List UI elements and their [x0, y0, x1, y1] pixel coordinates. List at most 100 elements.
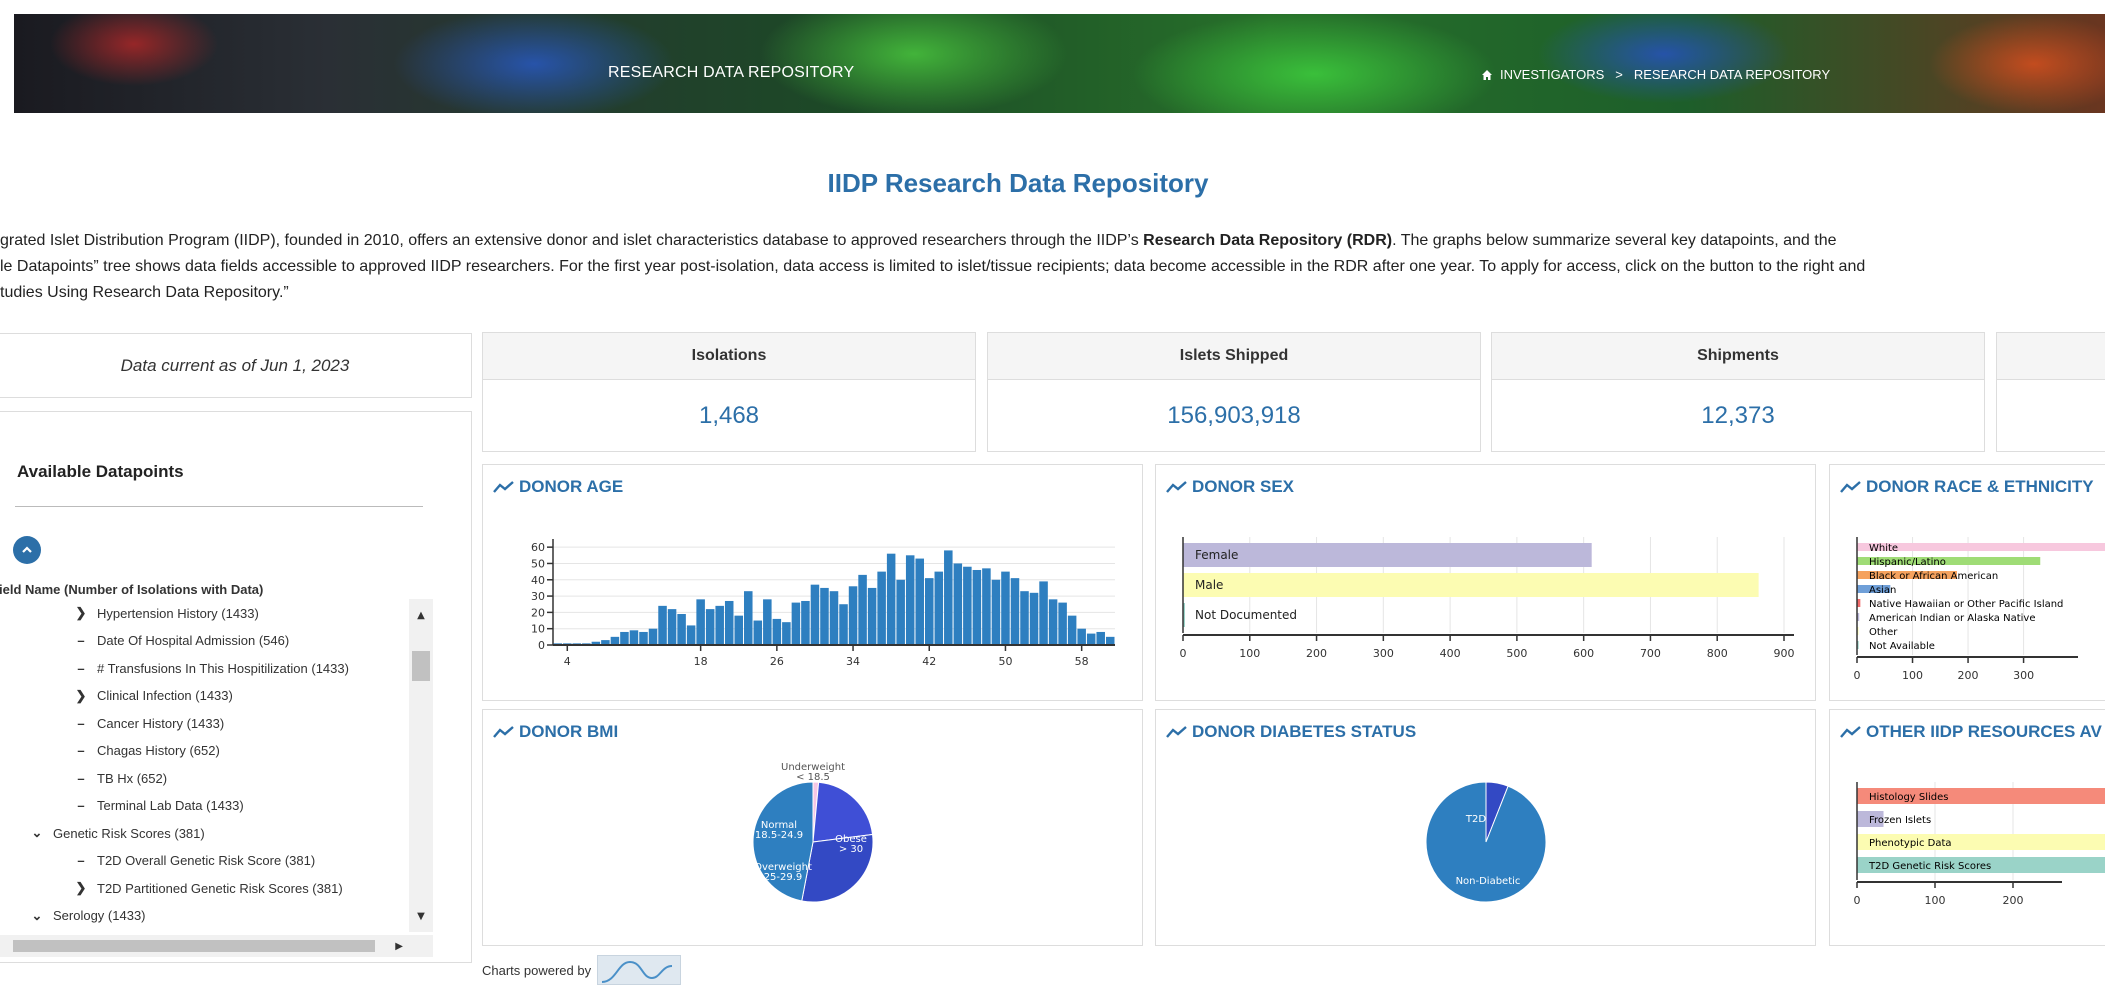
- bar: [1183, 543, 1592, 567]
- leaf-dash-icon[interactable]: –: [73, 853, 89, 868]
- age-bar: [924, 578, 934, 645]
- bar-label: White: [1869, 543, 1898, 554]
- tree-item[interactable]: – Date Of Hospital Admission (546): [73, 627, 289, 655]
- tree-item[interactable]: – Terminal Lab Data (1433): [73, 792, 243, 820]
- chevron-down-icon[interactable]: ⌄: [29, 908, 45, 924]
- age-bar: [944, 550, 953, 645]
- stat-card-isolations: Isolations 1,468: [482, 332, 976, 452]
- leaf-dash-icon[interactable]: –: [73, 633, 89, 648]
- panel-donor-sex: DONOR SEX Female Male Not Documented 0 100 20…: [1155, 464, 1816, 701]
- scroll-up-icon[interactable]: ▲: [409, 605, 433, 625]
- age-bar: [648, 628, 658, 645]
- tree-item[interactable]: ❯ Hypertension History (1433): [73, 599, 259, 627]
- age-bar: [1020, 591, 1029, 645]
- x-tick-label: 500: [1506, 647, 1527, 660]
- bar-label: American Indian or Alaska Native: [1869, 613, 2036, 624]
- scroll-thumb[interactable]: [412, 651, 430, 681]
- tree-horizontal-scrollbar[interactable]: ▶: [0, 935, 433, 957]
- chart-library-logo[interactable]: [597, 955, 682, 985]
- tree-vertical-scrollbar[interactable]: ▲ ▼: [409, 599, 433, 932]
- age-bar: [686, 625, 696, 645]
- age-bar: [667, 609, 677, 645]
- leaf-dash-icon[interactable]: –: [73, 771, 89, 786]
- age-bar: [629, 630, 639, 645]
- panel-other-resources: OTHER IIDP RESOURCES AV Histology Slides…: [1829, 709, 2105, 946]
- age-bar: [905, 555, 915, 645]
- scroll-right-icon[interactable]: ▶: [395, 935, 403, 957]
- home-icon[interactable]: [1481, 69, 1493, 81]
- age-bar: [772, 618, 782, 645]
- age-bar: [620, 631, 629, 645]
- age-bar: [982, 568, 991, 645]
- x-tick-label: 0: [1854, 894, 1861, 907]
- tree-item[interactable]: – TB Hx (652): [73, 764, 167, 792]
- x-tick-label: 200: [2003, 894, 2024, 907]
- tree-item[interactable]: ❯ Clinical Infection (1433): [73, 682, 233, 710]
- bar-label: Phenotypic Data: [1869, 838, 1952, 849]
- leaf-dash-icon[interactable]: –: [73, 743, 89, 758]
- y-tick-label: 50: [531, 557, 545, 570]
- bar-label: Hispanic/Latino: [1869, 557, 1946, 568]
- intro-line-3: tudies Using Research Data Repository.”: [0, 284, 289, 301]
- page: RESEARCH DATA REPOSITORY INVESTIGATORS >…: [0, 0, 2105, 987]
- breadcrumb-current: RESEARCH DATA REPOSITORY: [1633, 67, 1831, 82]
- x-tick-label: 58: [1075, 655, 1089, 668]
- tree-item-label: T2D Overall Genetic Risk Score (381): [97, 853, 316, 868]
- leaf-dash-icon[interactable]: –: [73, 661, 89, 676]
- age-bar: [915, 558, 924, 645]
- leaf-dash-icon[interactable]: –: [73, 716, 89, 731]
- pie-label: T2D: [1465, 814, 1486, 825]
- age-bar: [858, 574, 867, 645]
- x-tick-label: 700: [1640, 647, 1661, 660]
- leaf-dash-icon[interactable]: –: [73, 798, 89, 813]
- bar: [1183, 573, 1759, 597]
- stat-value: 156,903,918: [1167, 402, 1301, 429]
- tree-item[interactable]: – Chagas History (652): [73, 737, 219, 765]
- age-bar: [972, 569, 982, 645]
- pie-label: 25-29.9: [764, 872, 803, 883]
- chart-svg: Histology Slides Frozen Islets Phenotypic …: [1854, 782, 2105, 907]
- age-bar: [1105, 636, 1115, 645]
- y-tick-label: 10: [531, 623, 545, 636]
- chevron-right-icon[interactable]: ❯: [73, 880, 89, 896]
- tree-item-label: Cancer History (1433): [97, 715, 225, 731]
- pie-label: Non-Diabetic: [1456, 876, 1521, 887]
- age-bar: [610, 636, 620, 645]
- y-tick-label: 40: [531, 574, 545, 587]
- bar-label: Not Available: [1869, 641, 1935, 652]
- intro-text: grated Islet Distribution Program (IIDP)…: [0, 228, 2100, 306]
- chevron-right-icon[interactable]: ❯: [73, 605, 89, 621]
- panel-donor-diabetes: DONOR DIABETES STATUS T2D Non-Diabetic: [1155, 709, 1816, 946]
- pie-label: > 30: [839, 844, 863, 855]
- stat-value: [1997, 380, 2105, 452]
- x-tick-label: 100: [1902, 669, 1923, 682]
- chevron-down-icon[interactable]: ⌄: [29, 825, 45, 841]
- tree-item[interactable]: ❯ T2D Partitioned Genetic Risk Scores (38…: [73, 874, 343, 902]
- pie-slice: [752, 781, 814, 902]
- x-tick-label: 600: [1573, 647, 1594, 660]
- breadcrumb-separator: >: [1615, 67, 1623, 82]
- age-bar: [848, 586, 858, 645]
- age-bar: [820, 587, 829, 645]
- scroll-down-icon[interactable]: ▼: [409, 906, 433, 926]
- x-tick-label: 34: [846, 655, 860, 668]
- tree-item[interactable]: ⌄ Genetic Risk Scores (381): [29, 819, 205, 847]
- breadcrumb-investigators[interactable]: INVESTIGATORS: [1500, 67, 1604, 82]
- datapoints-tree[interactable]: ❯ Hypertension History (1433) – Date Of Hos…: [0, 599, 409, 932]
- chart-svg: 0102030405060418263442505866: [531, 539, 1115, 668]
- x-tick-label: 100: [1925, 894, 1946, 907]
- x-tick-label: 18: [694, 655, 708, 668]
- collapse-button[interactable]: [13, 536, 41, 564]
- tree-item[interactable]: – # Transfusions In This Hospitilization …: [73, 654, 349, 682]
- age-bar: [705, 609, 715, 645]
- intro-rdr-bold: Research Data Repository (RDR): [1143, 232, 1393, 249]
- intro-line-1b: . The graphs below summarize several key…: [1392, 232, 1837, 249]
- age-bar: [1077, 628, 1086, 645]
- tree-item[interactable]: – T2D Overall Genetic Risk Score (381): [73, 847, 315, 875]
- age-bar: [724, 600, 734, 645]
- tree-item[interactable]: – Cancer History (1433): [73, 709, 224, 737]
- hscroll-thumb[interactable]: [13, 940, 375, 952]
- tree-item-label: T2D Partitioned Genetic Risk Scores (381…: [97, 880, 343, 896]
- chevron-right-icon[interactable]: ❯: [73, 688, 89, 704]
- tree-item[interactable]: ⌄ Serology (1433): [29, 902, 146, 930]
